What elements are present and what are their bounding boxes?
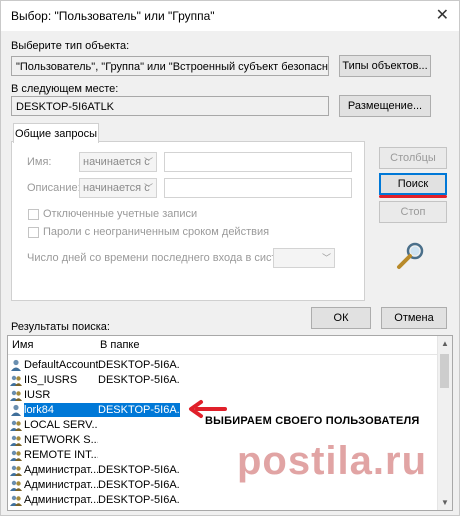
- group-icon: [10, 420, 22, 431]
- row-folder: DESKTOP-5I6A...: [98, 359, 180, 371]
- scrollbar-thumb[interactable]: [440, 354, 449, 388]
- group-icon: [10, 465, 22, 476]
- close-icon[interactable]: ✕: [436, 5, 449, 25]
- annotation-text: ВЫБИРАЕМ СВОЕГО ПОЛЬЗОВАТЕЛЯ: [205, 415, 420, 427]
- user-icon: [11, 359, 21, 371]
- table-row[interactable]: DefaultAccount DESKTOP-5I6A...: [8, 358, 440, 372]
- description-condition-combo[interactable]: начинается с ﹀: [79, 178, 157, 198]
- group-icon: [10, 450, 22, 461]
- search-button[interactable]: Поиск: [379, 173, 447, 195]
- location-field: DESKTOP-5I6ATLK: [11, 96, 329, 116]
- table-row[interactable]: IIS_IUSRS DESKTOP-5I6A...: [8, 373, 440, 387]
- row-folder: DESKTOP-5I6A...: [98, 374, 180, 386]
- column-header-folder[interactable]: В папке: [100, 339, 139, 351]
- user-icon: [11, 404, 21, 416]
- vertical-scrollbar[interactable]: ▲ ▼: [437, 336, 452, 510]
- object-type-label: Выберите тип объекта:: [11, 40, 130, 52]
- group-icon: [10, 390, 22, 401]
- columns-button[interactable]: Столбцы: [379, 147, 447, 169]
- group-icon: [10, 495, 22, 506]
- stop-button[interactable]: Стоп: [379, 201, 447, 223]
- search-people-icon: [397, 242, 424, 269]
- column-header-name[interactable]: Имя: [12, 339, 33, 351]
- description-label: Описание:: [27, 182, 81, 194]
- table-row[interactable]: Администрат... DESKTOP-5I6A...: [8, 493, 440, 507]
- row-folder: DESKTOP-5I6A...: [98, 464, 180, 476]
- window-title: Выбор: "Пользователь" или "Группа": [11, 9, 215, 23]
- chevron-down-icon: ﹀: [143, 157, 153, 167]
- group-icon: [10, 375, 22, 386]
- search-results-label: Результаты поиска:: [11, 321, 110, 333]
- group-icon: [10, 435, 22, 446]
- row-name: Администрат...: [24, 464, 98, 476]
- results-header: Имя В папке: [8, 336, 440, 355]
- object-types-button[interactable]: Типы объектов...: [339, 55, 431, 77]
- description-condition-value: начинается с: [83, 182, 150, 194]
- row-name: REMOTE INT...: [24, 449, 98, 461]
- cancel-button[interactable]: Отмена: [381, 307, 447, 329]
- row-folder: DESKTOP-5I6A...: [98, 494, 180, 506]
- days-since-logon-combo[interactable]: ﹀: [273, 248, 335, 268]
- locations-button[interactable]: Размещение...: [339, 95, 431, 117]
- row-name: LOCAL SERV...: [24, 419, 98, 431]
- days-since-logon-label: Число дней со времени последнего входа в…: [27, 252, 299, 264]
- description-input[interactable]: [164, 178, 352, 198]
- red-underline-annotation: [379, 195, 447, 198]
- row-name: IIS_IUSRS: [24, 374, 78, 386]
- row-folder: DESKTOP-5I6A...: [98, 479, 180, 491]
- name-condition-value: начинается с: [83, 156, 150, 168]
- tab-common-queries[interactable]: Общие запросы: [13, 123, 99, 143]
- disabled-accounts-checkbox[interactable]: [28, 209, 39, 220]
- row-name: Администрат...: [24, 479, 98, 491]
- name-label: Имя:: [27, 156, 52, 168]
- row-name: NETWORK S...: [24, 434, 98, 446]
- scroll-down-icon[interactable]: ▼: [441, 498, 449, 507]
- dialog-window: Выбор: "Пользователь" или "Группа" ✕ Выб…: [0, 0, 460, 516]
- group-icon: [10, 480, 22, 491]
- row-name: lork84: [24, 403, 98, 417]
- title-bar: Выбор: "Пользователь" или "Группа" ✕: [1, 1, 459, 31]
- scroll-up-icon[interactable]: ▲: [441, 339, 449, 348]
- ok-button[interactable]: ОК: [311, 307, 371, 329]
- row-name: DefaultAccount: [24, 359, 98, 371]
- name-input[interactable]: [164, 152, 352, 172]
- location-label: В следующем месте:: [11, 83, 119, 95]
- row-name: IUSR: [24, 389, 51, 401]
- no-expire-passwords-label: Пароли с неограниченным сроком действия: [43, 226, 270, 238]
- object-type-field: "Пользователь", "Группа" или "Встроенный…: [11, 56, 329, 76]
- row-folder: DESKTOP-5I6A...: [98, 403, 180, 417]
- disabled-accounts-label: Отключенные учетные записи: [43, 208, 198, 220]
- chevron-down-icon: ﹀: [143, 183, 153, 193]
- name-condition-combo[interactable]: начинается с ﹀: [79, 152, 157, 172]
- no-expire-passwords-checkbox[interactable]: [28, 227, 39, 238]
- row-name: Администрат...: [24, 494, 98, 506]
- chevron-down-icon: ﹀: [321, 253, 331, 263]
- watermark: postila.ru: [237, 439, 428, 483]
